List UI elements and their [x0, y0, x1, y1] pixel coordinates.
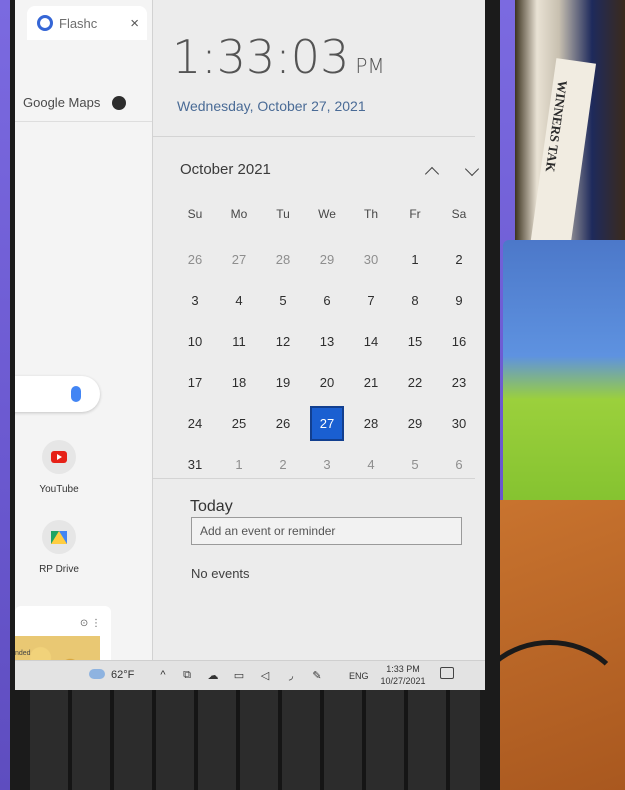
calendar-day[interactable]: 2	[437, 239, 481, 280]
bookmark-icon[interactable]	[112, 95, 127, 110]
calendar-day[interactable]: 28	[349, 403, 393, 444]
calendar-day[interactable]: 12	[261, 321, 305, 362]
calendar-day[interactable]: 21	[349, 362, 393, 403]
agenda-today-label: Today	[190, 498, 233, 515]
calendar-day[interactable]: 28	[261, 239, 305, 280]
calendar-day[interactable]: 10	[173, 321, 217, 362]
quizlet-icon	[37, 15, 53, 31]
notification-center-icon[interactable]	[440, 667, 454, 679]
calendar-day[interactable]: 14	[349, 321, 393, 362]
weekday-header: Su	[187, 207, 203, 221]
input-language[interactable]: ENG	[349, 671, 369, 681]
google-search-box[interactable]	[15, 376, 100, 412]
microphone-icon[interactable]	[71, 386, 81, 402]
add-event-input[interactable]	[191, 517, 462, 545]
weekday-header: We	[318, 207, 336, 221]
shortcut-label: YouTube	[39, 484, 79, 495]
calendar-day[interactable]: 30	[437, 403, 481, 444]
weekday-header: Tu	[276, 207, 290, 221]
calendar-day[interactable]: 13	[305, 321, 349, 362]
calendar-day-today[interactable]: 27	[310, 406, 344, 441]
weather-cloud-icon[interactable]	[89, 669, 105, 679]
calendar-day[interactable]: 25	[217, 403, 261, 444]
calendar-day[interactable]: 5	[261, 280, 305, 321]
long-date-link[interactable]: Wednesday, October 27, 2021	[177, 98, 366, 114]
shortcut-label: RP Drive	[39, 564, 79, 575]
weekday-header: Th	[363, 207, 378, 221]
browser-window: Flashc × Google Maps YouTube RP Drive ⊙ …	[15, 0, 175, 690]
weather-temperature[interactable]: 62°F	[111, 669, 134, 681]
clock-hms: 1:33:03	[172, 30, 350, 84]
pen-icon[interactable]: ✎	[309, 669, 325, 682]
divider	[153, 136, 475, 137]
show-hidden-icons-chevron[interactable]: ^	[155, 669, 171, 681]
shortcut-youtube[interactable]: YouTube	[19, 440, 99, 495]
weekday-header: Fr	[409, 207, 421, 221]
calendar-day[interactable]: 29	[305, 239, 349, 280]
calendar-day[interactable]: 23	[437, 362, 481, 403]
calendar-day[interactable]: 29	[393, 403, 437, 444]
calendar-flyout: 1:33:03 PM Wednesday, October 27, 2021 Oc…	[152, 0, 485, 660]
taskbar-clock[interactable]: 1:33 PM 10/27/2021	[375, 663, 431, 687]
calendar-day[interactable]: 11	[217, 321, 261, 362]
tab-title: Flashc	[59, 15, 98, 31]
calendar-day[interactable]: 17	[173, 362, 217, 403]
calendar-day[interactable]: 1	[393, 239, 437, 280]
onedrive-cloud-icon[interactable]: ☁	[205, 669, 221, 682]
calendar-day[interactable]: 16	[437, 321, 481, 362]
calendar-day[interactable]: 4	[217, 280, 261, 321]
volume-muted-icon[interactable]: ◁	[257, 669, 273, 682]
calendar-day[interactable]: 27	[217, 239, 261, 280]
battery-icon[interactable]: ▭	[231, 669, 247, 682]
close-icon[interactable]: ×	[130, 15, 139, 32]
calendar-day[interactable]: 3	[173, 280, 217, 321]
bookmark-google-maps[interactable]: Google Maps	[23, 95, 100, 110]
youtube-icon	[42, 440, 76, 474]
pencil-cup	[503, 240, 625, 530]
calendar-grid: Su Mo Tu We Th Fr Sa 26 27 28 29 30 1 2 3 4 5 6 7 8 9 10 11 12 1…	[173, 198, 483, 485]
no-events-text: No events	[191, 566, 250, 581]
weekday-header: Mo	[230, 207, 248, 221]
taskbar-date: 10/27/2021	[380, 676, 426, 686]
calendar-day[interactable]: 9	[437, 280, 481, 321]
laptop-keyboard	[30, 690, 480, 790]
wifi-icon[interactable]: ◞	[283, 669, 299, 682]
weekday-header: Sa	[451, 207, 467, 221]
chevron-down-icon	[464, 161, 480, 177]
drive-icon	[42, 520, 76, 554]
calendar-day[interactable]: 19	[261, 362, 305, 403]
next-month-button[interactable]	[461, 161, 483, 180]
calendar-day[interactable]: 8	[393, 280, 437, 321]
calendar-day[interactable]: 18	[217, 362, 261, 403]
calendar-day[interactable]: 30	[349, 239, 393, 280]
calendar-day[interactable]: 26	[261, 403, 305, 444]
previous-month-button[interactable]	[421, 162, 443, 182]
browser-tab[interactable]: Flashc ×	[27, 6, 147, 40]
meet-now-icon[interactable]: ⧉	[179, 669, 195, 682]
month-title[interactable]: October 2021	[180, 161, 271, 178]
taskbar-time: 1:33 PM	[386, 664, 420, 674]
calendar-day[interactable]: 26	[173, 239, 217, 280]
clock-time: 1:33:03 PM	[172, 30, 385, 84]
calendar-day[interactable]: 24	[173, 403, 217, 444]
calendar-day[interactable]: 15	[393, 321, 437, 362]
card-tag: nded	[15, 650, 31, 657]
calendar-day[interactable]: 6	[305, 280, 349, 321]
calendar-day[interactable]: 22	[393, 362, 437, 403]
bookmarks-bar: Google Maps	[15, 84, 175, 122]
divider	[153, 478, 475, 479]
calendar-day[interactable]: 20	[305, 362, 349, 403]
card-menu-icons[interactable]: ⊙ ⋮	[80, 618, 101, 629]
calendar-day[interactable]: 7	[349, 280, 393, 321]
clock-ampm: PM	[355, 54, 385, 78]
chevron-up-icon	[424, 166, 440, 182]
laptop-screen: Flashc × Google Maps YouTube RP Drive ⊙ …	[15, 0, 485, 690]
shortcut-drive[interactable]: RP Drive	[19, 520, 99, 575]
taskbar: 62°F ^ ⧉ ☁ ▭ ◁ ◞ ✎ ENG 1:33 PM 10/27/202…	[15, 660, 485, 690]
